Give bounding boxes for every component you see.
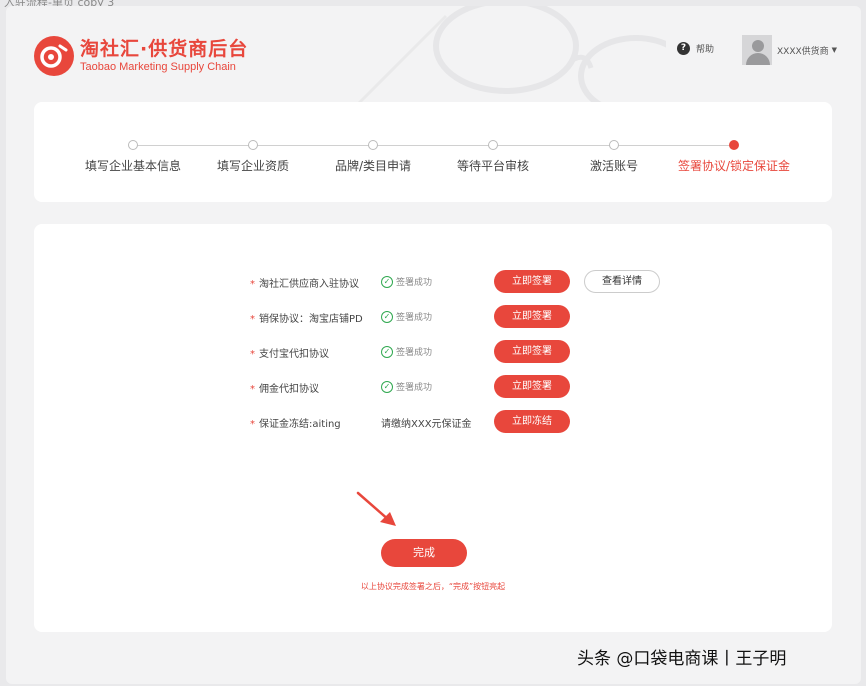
deposit-status-text: 请缴纳XXX元保证金: [381, 419, 472, 430]
avatar: [742, 35, 772, 65]
agreement-name: 销保协议：淘宝店铺PD: [259, 314, 363, 325]
check-circle-icon: ✓: [381, 380, 393, 393]
step-dot: [248, 140, 258, 150]
agreements-panel: * 淘社汇供应商入驻协议 ✓ 签署成功 立即签署 查看详情 * 销保协议：淘宝店铺PD…: [34, 224, 832, 632]
step-2: 填写企业资质: [183, 140, 323, 174]
step-1: 填写企业基本信息: [63, 140, 203, 174]
progress-steps: 填写企业基本信息 填写企业资质 品牌/类目申请 等待平台审核 激活账号 签署协议…: [34, 102, 832, 202]
agreement-row-deposit-freeze: * 保证金冻结:aiting 请缴纳XXX元保证金 立即冻结: [34, 410, 832, 434]
required-mark: *: [250, 279, 255, 290]
help-label: 帮助: [696, 45, 715, 55]
step-dot: [488, 140, 498, 150]
step-4: 等待平台审核: [423, 140, 563, 174]
watermark: 头条 @口袋电商课丨王子明: [577, 649, 787, 669]
step-label: 等待平台审核: [456, 159, 529, 173]
done-button[interactable]: 完成: [381, 539, 467, 567]
required-mark: *: [250, 384, 255, 395]
caret-down-icon: ▼: [831, 46, 838, 54]
step-3: 品牌/类目申请: [303, 140, 443, 174]
freeze-now-button[interactable]: 立即冻结: [494, 410, 570, 433]
step-6-current: 签署协议/锁定保证金: [664, 140, 804, 174]
sign-now-button[interactable]: 立即签署: [494, 305, 570, 328]
logo-subtitle: Taobao Marketing Supply Chain: [80, 61, 236, 73]
status-badge: ✓ 签署成功: [381, 275, 432, 288]
required-mark: *: [250, 349, 255, 360]
agreement-row-alipay-withhold: * 支付宝代扣协议 ✓ 签署成功 立即签署: [34, 340, 832, 364]
status-badge: ✓ 签署成功: [381, 310, 432, 323]
agreement-name: 淘社汇供应商入驻协议: [259, 279, 359, 290]
pointer-arrow-icon: [356, 491, 396, 526]
background-glasses-decoration: [354, 6, 666, 116]
logo[interactable]: 淘社汇·供货商后台 Taobao Marketing Supply Chain: [34, 36, 248, 76]
step-5: 激活账号: [544, 140, 684, 174]
required-mark: *: [250, 314, 255, 325]
help-link[interactable]: ? 帮助: [677, 42, 714, 55]
step-label: 激活账号: [589, 159, 638, 173]
logo-icon: [34, 36, 74, 76]
app-window: 淘社汇·供货商后台 Taobao Marketing Supply Chain …: [6, 6, 861, 684]
step-label: 填写企业基本信息: [84, 159, 181, 173]
check-circle-icon: ✓: [381, 310, 393, 323]
logo-title: 淘社汇·供货商后台: [80, 38, 249, 60]
user-name: XXXX供货商: [777, 46, 829, 57]
step-label-active: 签署协议/锁定保证金: [677, 159, 791, 173]
sign-now-button[interactable]: 立即签署: [494, 340, 570, 363]
agreement-row-supplier: * 淘社汇供应商入驻协议 ✓ 签署成功 立即签署 查看详情: [34, 270, 832, 294]
step-label: 填写企业资质: [216, 159, 289, 173]
done-hint: 以上协议完成签署之后，“完成”按钮亮起: [360, 582, 506, 591]
view-details-button[interactable]: 查看详情: [584, 270, 660, 293]
step-dot: [368, 140, 378, 150]
agreement-row-commission: * 佣金代扣协议 ✓ 签署成功 立即签署: [34, 375, 832, 399]
user-menu[interactable]: XXXX供货商 ▼: [742, 35, 837, 65]
step-dot: [609, 140, 619, 150]
agreement-row-sales-guarantee: * 销保协议：淘宝店铺PD ✓ 签署成功 立即签署: [34, 305, 832, 329]
sign-now-button[interactable]: 立即签署: [494, 375, 570, 398]
status-badge: ✓ 签署成功: [381, 345, 432, 358]
step-dot: [128, 140, 138, 150]
check-circle-icon: ✓: [381, 345, 393, 358]
required-mark: *: [250, 419, 255, 430]
step-dot-active: [729, 140, 739, 150]
agreement-name: 佣金代扣协议: [259, 384, 319, 395]
agreement-name: 保证金冻结:aiting: [259, 419, 341, 430]
status-badge: ✓ 签署成功: [381, 380, 432, 393]
agreement-name: 支付宝代扣协议: [259, 349, 329, 360]
sign-now-button[interactable]: 立即签署: [494, 270, 570, 293]
check-circle-icon: ✓: [381, 275, 393, 288]
question-icon: ?: [677, 42, 690, 55]
step-label: 品牌/类目申请: [334, 159, 412, 173]
